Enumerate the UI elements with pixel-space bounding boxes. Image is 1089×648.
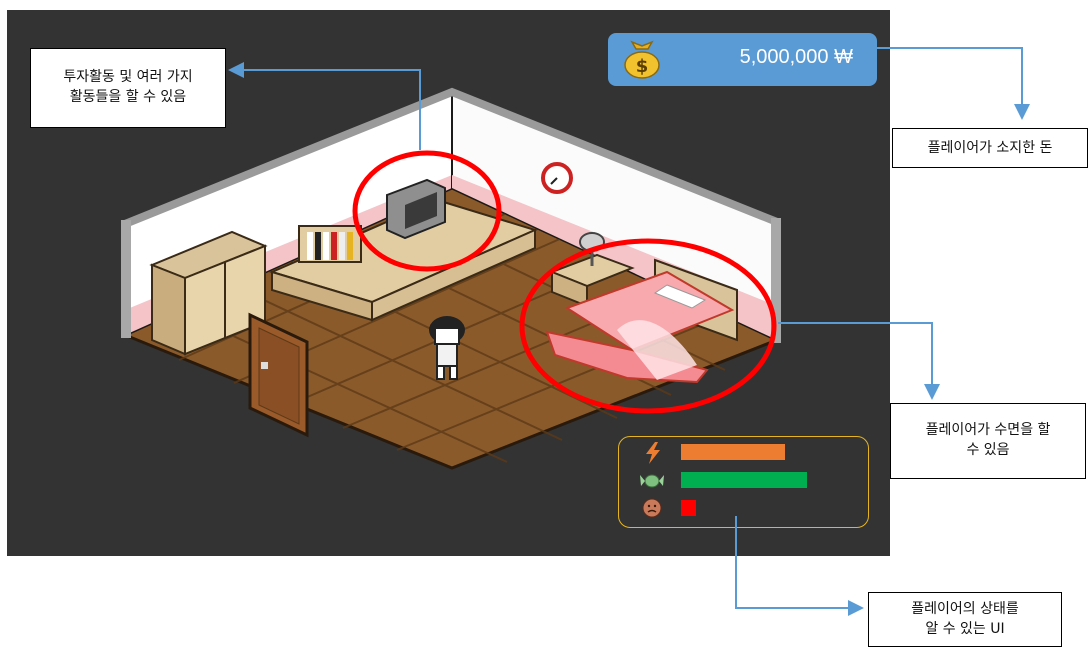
money-annotation: 플레이어가 소지한 돈 [892,128,1088,168]
money-bag-icon: $ [624,40,660,79]
money-annotation-line-1: 플레이어가 소지한 돈 [927,140,1053,156]
sad-face-icon [642,498,662,518]
sleep-annotation-line-2: 수 있음 [966,442,1010,458]
activities-annotation-line-1: 투자활동 및 여러 가지 [63,69,193,85]
status-annotation: 플레이어의 상태를 알 수 있는 UI [868,592,1062,647]
money-amount: 5,000,000 ₩ [739,46,853,68]
energy-bar [681,444,785,460]
status-annotation-line-1: 플레이어의 상태를 [911,601,1019,617]
activities-annotation-line-2: 활동들을 할 수 있음 [69,89,187,105]
activities-annotation: 투자활동 및 여러 가지 활동들을 할 수 있음 [30,48,226,128]
status-annotation-line-2: 알 수 있는 UI [925,621,1005,637]
svg-text:$: $ [636,56,649,77]
mood-bar [681,500,696,516]
sleep-annotation-line-1: 플레이어가 수면을 할 [925,422,1051,438]
player-status-panel [618,436,869,528]
money-display: $ 5,000,000 ₩ [608,33,877,86]
candy-icon [640,474,664,488]
food-bar [681,472,807,488]
lightning-icon [646,442,660,464]
sleep-annotation: 플레이어가 수면을 할 수 있음 [890,403,1086,479]
